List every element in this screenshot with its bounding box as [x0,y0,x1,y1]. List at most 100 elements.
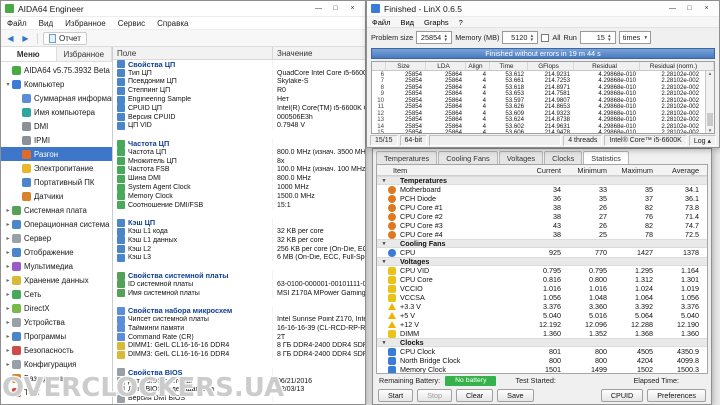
close-icon[interactable]: × [698,2,715,15]
tree-expander-icon[interactable]: ▸ [4,291,12,298]
statistics-row[interactable]: CPU Core 0.816 0.800 1.312 1.301 [377,275,707,284]
column-header-field[interactable]: Поле [113,47,273,59]
stability-button[interactable]: Save [497,389,534,402]
statistics-row[interactable]: ▾ Cooling Fans [377,239,707,248]
property-row[interactable]: ЦП VID 0.7948 V [113,121,365,131]
statistics-row[interactable]: CPU Core #2 38 27 76 71.4 [377,212,707,221]
property-row[interactable]: Свойства системной платы [113,271,365,280]
statistics-row[interactable]: ▾ Temperatures [377,176,707,185]
tree-item[interactable]: ▸ Отображение [1,245,112,259]
tree-expander-icon[interactable]: ▸ [4,389,12,396]
memory-input[interactable]: 5120 ▲ ▼ [502,31,539,44]
tree-expander-icon[interactable]: ▸ [4,333,12,340]
menu-item[interactable]: Файл [1,19,33,28]
property-row[interactable]: Частота ЦП 800.0 MHz (изнач. 3500 MHz) [113,148,365,157]
statistics-row[interactable]: VCCSA 1.056 1.048 1.064 1.056 [377,293,707,302]
tree-item[interactable]: Портативный ПК [1,175,112,189]
property-row[interactable]: Дата BIOS видеоадаптера 12/03/13 [113,385,365,394]
tree-item[interactable]: ▸ Программы [1,329,112,343]
all-checkbox[interactable] [541,33,550,42]
forward-icon[interactable]: ▶ [19,34,32,43]
results-column-header[interactable]: Residual (norm.) [640,62,714,70]
aida64-titlebar[interactable]: AIDA64 Engineer — □ × [1,1,365,17]
group-expander-icon[interactable]: ▾ [380,259,388,265]
tree-item[interactable]: ▸ Конфигурация [1,357,112,371]
menu-item[interactable]: Избранное [59,19,112,28]
results-column-header[interactable] [372,62,386,70]
tree-item[interactable]: Разгон [1,147,112,161]
header-maximum[interactable]: Maximum [615,166,661,175]
results-column-header[interactable]: GFlops [528,62,574,70]
stability-button[interactable]: Stop [417,389,452,402]
tree-item[interactable]: AIDA64 v5.75.3932 Beta [1,63,112,77]
statistics-row[interactable]: Motherboard 34 33 35 34.1 [377,185,707,194]
header-current[interactable]: Current [523,166,569,175]
tree-item[interactable]: ▸ Мультимедиа [1,259,112,273]
statistics-row[interactable]: CPU Clock 801 800 4505 4350.9 [377,347,707,356]
maximize-icon[interactable]: □ [327,2,344,15]
property-row[interactable]: Версия CPUID 000506E3h [113,113,365,122]
menu-item[interactable]: Вид [395,18,419,27]
tree-expander-icon[interactable]: ▸ [4,249,12,256]
tree-item[interactable]: ▸ Сеть [1,287,112,301]
statistics-row[interactable]: +5 V 5.040 5.016 5.064 5.040 [377,311,707,320]
maximize-icon[interactable]: □ [681,2,698,15]
property-row[interactable]: Свойства ЦП [113,60,365,69]
property-row[interactable]: Степпинг ЦП R0 [113,86,365,95]
statistics-row[interactable]: CPU Core #4 38 25 78 72.5 [377,230,707,239]
property-row[interactable]: Тайминги памяти 16-16-16-39 (CL-RCD-RP-R… [113,324,365,333]
report-button[interactable]: Отчет [43,31,87,45]
sensor-tab[interactable]: Temperatures [376,151,438,164]
property-row[interactable]: Кэш L2 256 KB per core (On-Die, ECC, Ful… [113,245,365,254]
property-row[interactable] [113,130,365,139]
tree-item[interactable]: ▸ Хранение данных [1,273,112,287]
property-row[interactable]: Шина DMI 800.0 MHz [113,174,365,183]
header-average[interactable]: Average [661,166,707,175]
close-icon[interactable]: × [344,2,361,15]
menu-item[interactable]: Файл [367,18,395,27]
property-row[interactable]: Частота ЦП [113,139,365,148]
property-row[interactable]: Engineering Sample Нет [113,95,365,104]
statistics-row[interactable]: Memory Clock 1501 1499 1502 1500.3 [377,365,707,373]
property-row[interactable]: Тип ЦП QuadCore Intel Core i5-6600K [113,69,365,78]
property-row[interactable]: Чипсет системной платы Intel Sunrise Poi… [113,315,365,324]
scroll-up-icon[interactable]: ▲ [708,71,712,76]
header-minimum[interactable]: Minimum [569,166,615,175]
stability-button[interactable]: Clear [455,389,494,402]
property-row[interactable]: System Agent Clock 1000 MHz [113,183,365,192]
property-row[interactable]: ID системной платы 63-0100-000001-001011… [113,280,365,289]
tree-expander-icon[interactable]: ▸ [4,221,12,228]
property-row[interactable]: Command Rate (CR) 2T [113,333,365,342]
results-column-header[interactable]: Align [466,62,490,70]
vertical-scrollbar[interactable]: ▲ ▼ [705,71,714,133]
tree-item[interactable]: ▸ Операционная система [1,217,112,231]
stepper-icon[interactable]: ▲ ▼ [442,33,449,41]
tree-expander-icon[interactable]: ▸ [4,277,12,284]
run-input[interactable]: 15 ▲ ▼ [579,31,616,44]
sensor-tab[interactable]: Voltages [498,151,544,164]
tree-expander-icon[interactable]: ▸ [4,319,12,326]
statistics-row[interactable]: +3.3 V 3.376 3.360 3.392 3.376 [377,302,707,311]
tree-item[interactable]: ▸ Сервер [1,231,112,245]
property-row[interactable]: CPUID ЦП Intel(R) Core(TM) i5-6600K CPU … [113,104,365,113]
tree-expander-icon[interactable]: ▸ [4,361,12,368]
property-row[interactable]: Псевдоним ЦП Skylake-S [113,77,365,87]
statistics-row[interactable]: CPU Core #3 43 26 82 74.7 [377,221,707,230]
tree-expander-icon[interactable]: ▸ [4,207,12,214]
sensor-tab[interactable]: Statistics [583,151,629,164]
statistics-row[interactable]: +12 V 12.192 12.096 12.288 12.190 [377,320,707,329]
menu-item[interactable]: Сервис [112,19,151,28]
stability-button[interactable]: CPUID [600,389,644,402]
stability-button[interactable]: Preferences [647,389,706,402]
menu-item[interactable]: Вид [33,19,59,28]
group-expander-icon[interactable]: ▾ [380,241,388,247]
tree-item[interactable]: ▸ Устройства [1,315,112,329]
tree-item[interactable]: IPMI [1,133,112,147]
property-row[interactable]: DIMM1: GeIL CL16-16-16 DDR4 8 ГБ DDR4-24… [113,341,365,351]
menu-item[interactable]: Справка [151,19,194,28]
problem-size-input[interactable]: 25854 ▲ ▼ [416,31,453,44]
sidebar-tab[interactable]: Меню [1,47,57,61]
property-row[interactable]: Соотношение DMI/FSB 15:1 [113,201,365,210]
property-row[interactable]: Кэш ЦП [113,218,365,228]
property-row[interactable] [113,359,365,368]
